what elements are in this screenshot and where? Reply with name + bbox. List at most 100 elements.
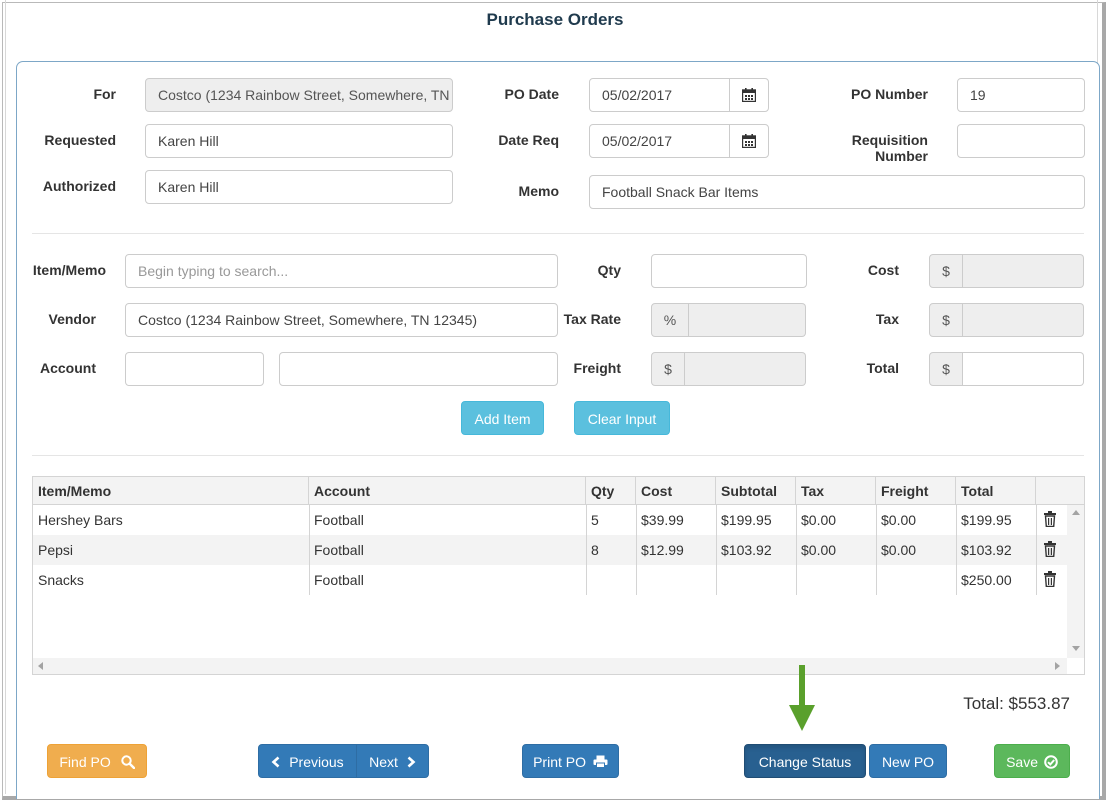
memo-label: Memo <box>518 183 559 199</box>
cell-freight: $0.00 <box>881 512 917 528</box>
cell-total: $250.00 <box>961 572 1012 588</box>
scroll-down-icon[interactable] <box>1072 646 1080 651</box>
po-date-calendar-button[interactable] <box>729 78 769 112</box>
requisition-label-line1: Requisition <box>851 132 928 148</box>
column-divider <box>956 505 957 595</box>
cell-subtotal: $199.95 <box>721 512 772 528</box>
total-dollar-addon: $ <box>929 352 963 386</box>
tax-rate-percent-addon: % <box>651 303 689 337</box>
authorized-input[interactable]: Karen Hill <box>145 170 453 204</box>
total-label: Total <box>866 360 899 376</box>
trash-icon[interactable] <box>1043 511 1057 527</box>
cell-item: Snacks <box>38 572 84 588</box>
account-label: Account <box>40 360 96 376</box>
chevron-left-icon <box>271 756 280 768</box>
next-button[interactable]: Next <box>356 744 429 778</box>
save-label: Save <box>1006 754 1039 770</box>
qty-label: Qty <box>597 262 621 278</box>
item-memo-label: Item/Memo <box>32 262 106 278</box>
vendor-input[interactable]: Costco (1234 Rainbow Street, Somewhere, … <box>125 303 558 337</box>
cell-subtotal: $103.92 <box>721 542 772 558</box>
trash-icon[interactable] <box>1043 541 1057 557</box>
table-row[interactable]: Hershey Bars Football 5 $39.99 $199.95 $… <box>33 505 1069 535</box>
table-row[interactable]: Snacks Football $250.00 <box>33 565 1069 595</box>
column-divider <box>636 505 637 595</box>
cell-tax: $0.00 <box>801 512 837 528</box>
cell-item: Hershey Bars <box>38 512 123 528</box>
previous-label: Previous <box>289 754 344 770</box>
date-req-label: Date Req <box>498 132 559 148</box>
table-row[interactable]: Pepsi Football 8 $12.99 $103.92 $0.00 $0… <box>33 535 1069 565</box>
column-header-subtotal[interactable]: Subtotal <box>716 477 796 505</box>
cell-subtotal <box>716 565 796 595</box>
qty-input[interactable] <box>651 254 807 288</box>
cell-tax: $0.00 <box>801 542 837 558</box>
grid-header: Item/Memo Account Qty Cost Subtotal Tax … <box>33 477 1084 505</box>
column-header-total[interactable]: Total <box>956 477 1036 505</box>
check-circle-icon <box>1044 755 1058 769</box>
grand-total: Total: $553.87 <box>963 694 1070 713</box>
chevron-right-icon <box>407 756 416 768</box>
column-header-tax[interactable]: Tax <box>796 477 876 505</box>
po-date-input[interactable]: 05/02/2017 <box>589 78 730 112</box>
po-date-label: PO Date <box>504 86 559 102</box>
column-header-freight[interactable]: Freight <box>876 477 956 505</box>
calendar-icon <box>742 88 756 102</box>
find-po-button[interactable]: Find PO <box>47 744 147 778</box>
vendor-label: Vendor <box>48 311 96 327</box>
date-req-calendar-button[interactable] <box>729 124 769 158</box>
scroll-right-icon[interactable] <box>1055 662 1060 670</box>
cost-input <box>963 254 1084 288</box>
cost-dollar-addon: $ <box>929 254 963 288</box>
freight-dollar-addon: $ <box>651 352 685 386</box>
scroll-up-icon[interactable] <box>1072 510 1080 515</box>
requested-input[interactable]: Karen Hill <box>145 124 453 158</box>
column-divider <box>1036 505 1037 595</box>
column-divider <box>586 505 587 595</box>
cell-account: Football <box>314 512 364 528</box>
column-header-qty[interactable]: Qty <box>586 477 636 505</box>
memo-input[interactable]: Football Snack Bar Items <box>589 175 1085 209</box>
print-po-label: Print PO <box>533 754 586 770</box>
annotation-arrow-icon <box>789 665 815 731</box>
column-header-item-memo[interactable]: Item/Memo <box>33 477 309 505</box>
date-req-input[interactable]: 05/02/2017 <box>589 124 730 158</box>
item-search-input[interactable]: Begin typing to search... <box>125 254 558 288</box>
scroll-left-icon[interactable] <box>38 662 43 670</box>
search-icon <box>120 755 135 770</box>
horizontal-scrollbar[interactable] <box>33 658 1067 674</box>
add-item-button[interactable]: Add Item <box>461 401 544 435</box>
cell-account: Football <box>314 542 364 558</box>
trash-icon[interactable] <box>1043 571 1057 587</box>
cell-total: $103.92 <box>961 542 1012 558</box>
cell-cost <box>636 565 716 595</box>
requisition-number-input[interactable] <box>957 124 1085 158</box>
column-header-cost[interactable]: Cost <box>636 477 716 505</box>
change-status-button[interactable]: Change Status <box>744 744 866 778</box>
previous-button[interactable]: Previous <box>258 744 357 778</box>
po-number-label: PO Number <box>850 86 928 102</box>
tax-input <box>963 303 1084 337</box>
total-input[interactable] <box>963 352 1084 386</box>
cost-label: Cost <box>867 262 899 278</box>
print-po-button[interactable]: Print PO <box>522 744 619 778</box>
authorized-label: Authorized <box>42 178 116 194</box>
requisition-label-line2: Number <box>875 148 928 164</box>
column-divider <box>716 505 717 595</box>
po-number-input[interactable]: 19 <box>957 78 1085 112</box>
save-button[interactable]: Save <box>994 744 1070 778</box>
cell-cost: $12.99 <box>641 542 684 558</box>
new-po-button[interactable]: New PO <box>869 744 947 778</box>
column-header-account[interactable]: Account <box>309 477 586 505</box>
vertical-scrollbar[interactable] <box>1067 505 1084 658</box>
line-items-grid: Item/Memo Account Qty Cost Subtotal Tax … <box>32 476 1085 675</box>
divider <box>32 233 1084 234</box>
divider <box>32 455 1084 456</box>
cell-account: Football <box>314 572 364 588</box>
tax-label: Tax <box>875 311 899 327</box>
clear-input-button[interactable]: Clear Input <box>574 401 670 435</box>
account-code-input[interactable] <box>125 352 264 386</box>
account-name-input[interactable] <box>279 352 558 386</box>
cell-qty: 8 <box>591 542 599 558</box>
calendar-icon <box>742 134 756 148</box>
